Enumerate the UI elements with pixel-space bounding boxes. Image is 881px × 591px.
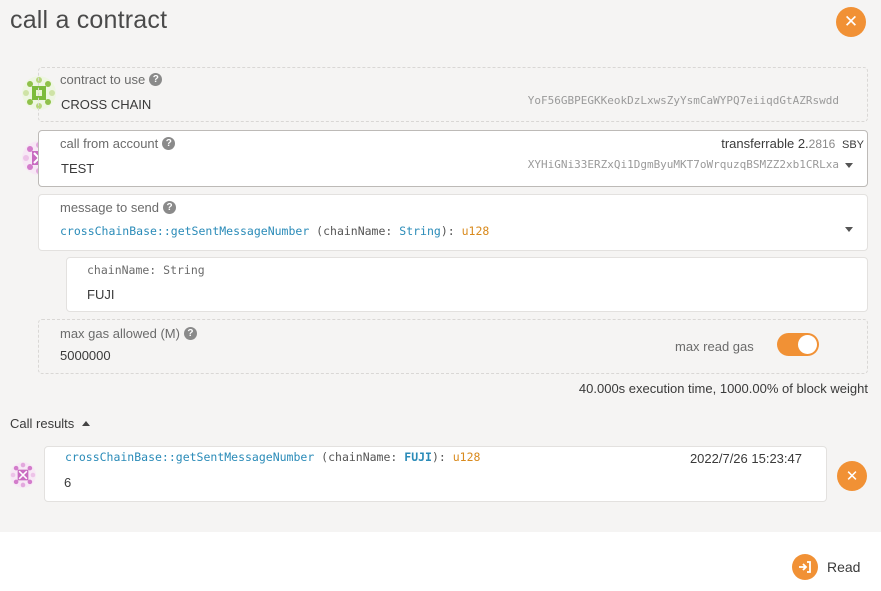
result-param-open: (chainName: — [314, 450, 405, 464]
chevron-down-icon[interactable] — [845, 227, 853, 232]
balance-int: 2. — [797, 136, 809, 151]
result-param-close: ): — [431, 450, 453, 464]
chevron-up-icon — [82, 421, 91, 426]
param-value[interactable]: FUJI — [87, 287, 114, 302]
message-signature: crossChainBase::getSentMessageNumber (ch… — [60, 224, 489, 238]
balance-display: transferrable 2.2816 SBY — [721, 136, 864, 151]
result-signature: crossChainBase::getSentMessageNumber (ch… — [65, 450, 480, 464]
help-icon[interactable]: ? — [183, 327, 197, 340]
param-label: chainName: String — [87, 263, 205, 277]
results-header[interactable]: Call results — [10, 416, 91, 431]
results-title: Call results — [10, 416, 75, 431]
close-icon: ✕ — [845, 468, 859, 485]
result-identicon — [10, 462, 36, 488]
message-label: message to send — [60, 200, 160, 215]
execution-info: 40.000s execution time, 1000.00% of bloc… — [578, 381, 868, 396]
result-value: 6 — [64, 475, 72, 490]
toggle-knob — [798, 335, 817, 354]
balance-unit: SBY — [841, 139, 864, 151]
result-timestamp: 2022/7/26 15:23:47 — [689, 451, 802, 466]
help-icon[interactable]: ? — [162, 137, 176, 150]
chevron-down-icon[interactable] — [845, 163, 853, 168]
close-button[interactable]: ✕ — [836, 7, 866, 37]
message-param-type: String — [399, 224, 441, 238]
gas-value: 5000000 — [60, 348, 111, 363]
account-label: call from account — [60, 136, 159, 151]
sign-in-icon — [792, 554, 818, 580]
account-address: XYHiGNi33ERZxQi1DgmByuMKT7oWrquzqBSMZZ2x… — [527, 158, 839, 171]
balance-dec: 2816 — [808, 137, 836, 151]
footer: Read — [0, 532, 881, 591]
max-read-gas-toggle[interactable] — [777, 333, 819, 356]
message-param-close: ): — [440, 224, 462, 238]
help-icon[interactable]: ? — [163, 201, 177, 214]
message-fn: crossChainBase::getSentMessageNumber — [60, 224, 310, 238]
read-button[interactable]: Read — [792, 554, 860, 580]
result-return-type: u128 — [452, 450, 481, 464]
read-label: Read — [827, 559, 861, 575]
help-icon[interactable]: ? — [149, 73, 163, 86]
contract-address: YoF56GBPEGKKeokDzLxwsZyYsmCaWYPQ7eiiqdGt… — [527, 94, 839, 107]
remove-result-button[interactable]: ✕ — [837, 461, 867, 491]
contract-name: CROSS CHAIN — [61, 97, 152, 112]
max-read-gas-label: max read gas — [675, 339, 754, 354]
account-name: TEST — [61, 161, 95, 176]
message-return-type: u128 — [461, 224, 490, 238]
gas-label: max gas allowed (M) — [60, 326, 180, 341]
transferrable-label: transferrable — [721, 136, 795, 151]
page-title: call a contract — [10, 6, 168, 34]
message-param-open: (chainName: — [309, 224, 400, 238]
result-fn: crossChainBase::getSentMessageNumber — [65, 450, 315, 464]
result-param-value: FUJI — [404, 450, 432, 464]
close-icon: ✕ — [843, 12, 859, 31]
contract-label: contract to use — [60, 72, 146, 87]
